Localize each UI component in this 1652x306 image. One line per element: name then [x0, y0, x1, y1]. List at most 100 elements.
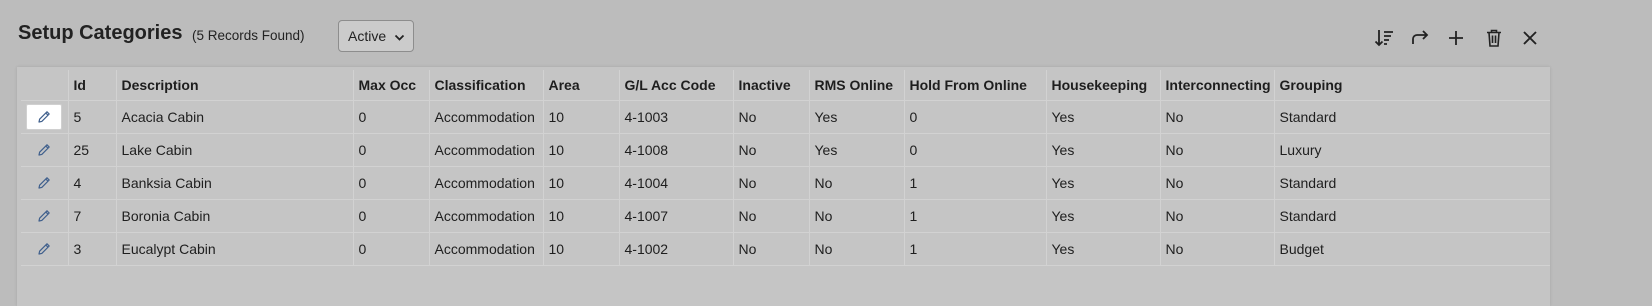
- cell-housekeeping: Yes: [1045, 199, 1160, 233]
- cell-max-occ: 0: [352, 199, 429, 233]
- share-icon[interactable]: [1406, 24, 1434, 52]
- cell-description: Banksia Cabin: [115, 166, 353, 200]
- table-row[interactable]: 4 Banksia Cabin 0 Accommodation 10 4-1004 No No…: [21, 166, 1550, 200]
- cell-housekeeping: Yes: [1045, 166, 1160, 200]
- edit-icon[interactable]: [26, 137, 62, 163]
- cell-max-occ: 0: [352, 133, 429, 167]
- add-icon[interactable]: [1442, 24, 1470, 52]
- table-row[interactable]: 5 Acacia Cabin 0 Accommodation 10 4-1003 No Yes…: [21, 100, 1550, 134]
- col-header-classification[interactable]: Classification: [428, 70, 543, 101]
- col-header-edit: [21, 70, 68, 101]
- cell-grouping: Standard: [1273, 199, 1550, 233]
- edit-cell: [21, 100, 68, 134]
- cell-id: 5: [67, 100, 116, 134]
- status-filter-value: Active: [348, 28, 387, 44]
- delete-icon[interactable]: [1480, 24, 1508, 52]
- cell-gl-acc-code: 4-1004: [618, 166, 733, 200]
- edit-cell: [21, 199, 68, 233]
- table-row[interactable]: 3 Eucalypt Cabin 0 Accommodation 10 4-1002 No N…: [21, 232, 1550, 266]
- cell-inactive: No: [732, 199, 809, 233]
- cell-max-occ: 0: [352, 166, 429, 200]
- cell-interconnecting: No: [1159, 199, 1274, 233]
- cell-description: Boronia Cabin: [115, 199, 353, 233]
- cell-classification: Accommodation: [428, 133, 543, 167]
- col-header-area[interactable]: Area: [542, 70, 619, 101]
- cell-max-occ: 0: [352, 100, 429, 134]
- table-header-row: Id Description Max Occ Classification Ar…: [21, 70, 1550, 101]
- cell-rms-online: Yes: [808, 133, 904, 167]
- cell-rms-online: No: [808, 232, 904, 266]
- col-header-housekeeping[interactable]: Housekeeping: [1045, 70, 1160, 101]
- cell-interconnecting: No: [1159, 100, 1274, 134]
- col-header-inactive[interactable]: Inactive: [732, 70, 809, 101]
- edit-cell: [21, 166, 68, 200]
- cell-rms-online: No: [808, 166, 904, 200]
- categories-table: Id Description Max Occ Classification Ar…: [21, 70, 1550, 266]
- cell-gl-acc-code: 4-1002: [618, 232, 733, 266]
- sort-icon[interactable]: [1370, 24, 1398, 52]
- cell-description: Eucalypt Cabin: [115, 232, 353, 266]
- edit-icon[interactable]: [26, 170, 62, 196]
- cell-interconnecting: No: [1159, 133, 1274, 167]
- cell-gl-acc-code: 4-1008: [618, 133, 733, 167]
- col-header-max-occ[interactable]: Max Occ: [352, 70, 429, 101]
- cell-area: 10: [542, 133, 619, 167]
- page-header: Setup Categories (5 Records Found) Activ…: [18, 20, 1652, 56]
- cell-inactive: No: [732, 166, 809, 200]
- cell-area: 10: [542, 100, 619, 134]
- cell-housekeeping: Yes: [1045, 232, 1160, 266]
- cell-id: 3: [67, 232, 116, 266]
- cell-area: 10: [542, 232, 619, 266]
- cell-classification: Accommodation: [428, 199, 543, 233]
- cell-description: Acacia Cabin: [115, 100, 353, 134]
- table-row[interactable]: 7 Boronia Cabin 0 Accommodation 10 4-1007 No No…: [21, 199, 1550, 233]
- status-filter-select[interactable]: Active: [338, 20, 414, 52]
- edit-icon[interactable]: [26, 236, 62, 262]
- col-header-description[interactable]: Description: [115, 70, 353, 101]
- cell-rms-online: No: [808, 199, 904, 233]
- cell-rms-online: Yes: [808, 100, 904, 134]
- cell-hold-from-online: 1: [903, 166, 1046, 200]
- col-header-id[interactable]: Id: [67, 70, 116, 101]
- cell-classification: Accommodation: [428, 166, 543, 200]
- col-header-gl-acc-code[interactable]: G/L Acc Code: [618, 70, 733, 101]
- cell-housekeeping: Yes: [1045, 100, 1160, 134]
- cell-housekeeping: Yes: [1045, 133, 1160, 167]
- cell-classification: Accommodation: [428, 232, 543, 266]
- cell-id: 25: [67, 133, 116, 167]
- edit-icon[interactable]: [26, 104, 63, 130]
- cell-area: 10: [542, 166, 619, 200]
- page-title: Setup Categories: [18, 22, 183, 44]
- cell-classification: Accommodation: [428, 100, 543, 134]
- cell-area: 10: [542, 199, 619, 233]
- cell-interconnecting: No: [1159, 232, 1274, 266]
- close-icon[interactable]: [1516, 24, 1544, 52]
- cell-id: 4: [67, 166, 116, 200]
- col-header-grouping[interactable]: Grouping: [1273, 70, 1550, 101]
- edit-cell: [21, 232, 68, 266]
- record-count: (5 Records Found): [192, 28, 305, 43]
- table-row[interactable]: 25 Lake Cabin 0 Accommodation 10 4-1008 No Yes 0…: [21, 133, 1550, 167]
- col-header-hold-from-online[interactable]: Hold From Online: [903, 70, 1046, 101]
- cell-grouping: Luxury: [1273, 133, 1550, 167]
- cell-description: Lake Cabin: [115, 133, 353, 167]
- col-header-rms-online[interactable]: RMS Online: [808, 70, 904, 101]
- cell-gl-acc-code: 4-1007: [618, 199, 733, 233]
- cell-interconnecting: No: [1159, 166, 1274, 200]
- col-header-interconnecting[interactable]: Interconnecting: [1159, 70, 1274, 101]
- chevron-down-icon: [394, 30, 405, 46]
- cell-hold-from-online: 0: [903, 100, 1046, 134]
- cell-hold-from-online: 1: [903, 232, 1046, 266]
- cell-inactive: No: [732, 100, 809, 134]
- cell-grouping: Standard: [1273, 100, 1550, 134]
- edit-icon[interactable]: [26, 203, 62, 229]
- edit-cell: [21, 133, 68, 167]
- cell-hold-from-online: 1: [903, 199, 1046, 233]
- cell-hold-from-online: 0: [903, 133, 1046, 167]
- cell-grouping: Standard: [1273, 166, 1550, 200]
- cell-max-occ: 0: [352, 232, 429, 266]
- cell-id: 7: [67, 199, 116, 233]
- cell-inactive: No: [732, 232, 809, 266]
- cell-gl-acc-code: 4-1003: [618, 100, 733, 134]
- cell-grouping: Budget: [1273, 232, 1550, 266]
